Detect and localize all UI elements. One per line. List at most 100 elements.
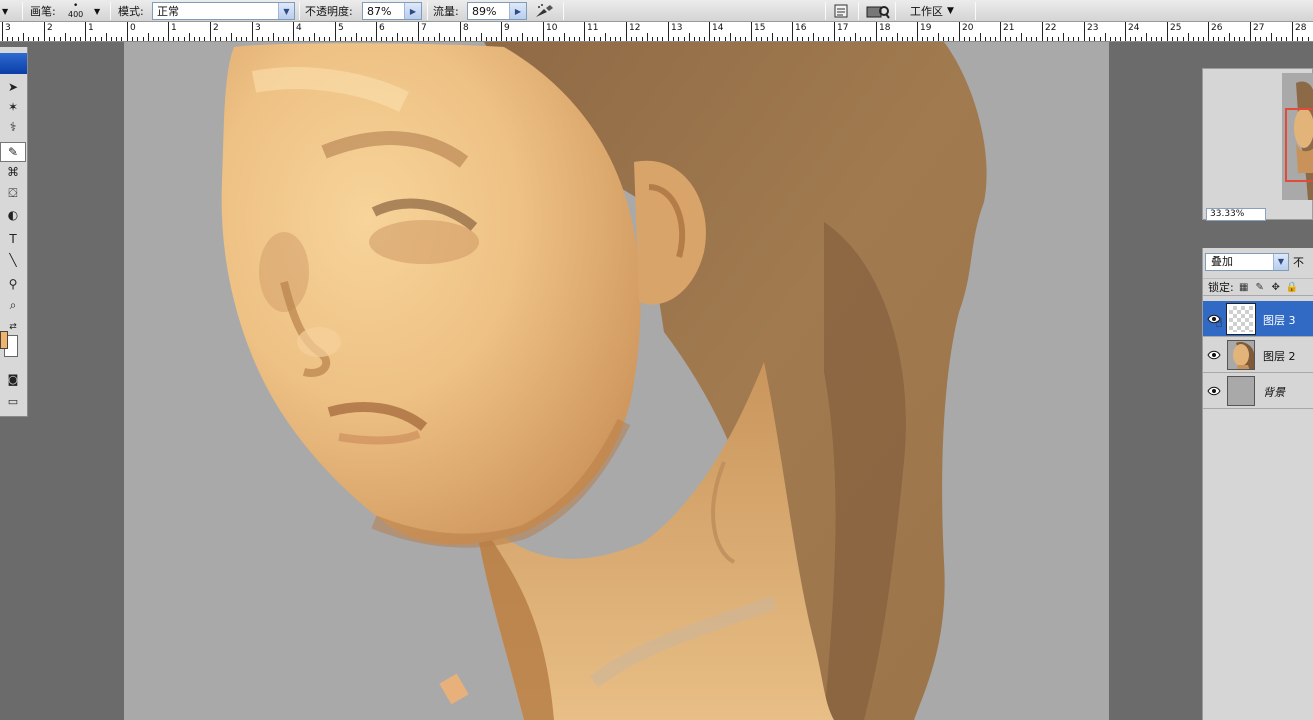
canvas-area[interactable] — [28, 42, 1110, 720]
ruler-minor-tick — [1183, 37, 1184, 41]
layer-opacity-label: 不 — [1293, 256, 1304, 269]
flow-slider-arrow[interactable]: ▶ — [509, 3, 526, 19]
right-dock: 33.33% 叠加 ▼ 不 锁定: ▦ ✎ ✥ 🔒 图层 3 图层 2 背景 ☝ — [1110, 42, 1313, 720]
brush-tool-icon[interactable]: ✎ — [0, 142, 26, 162]
ruler-minor-tick — [163, 37, 164, 41]
ruler-major-tick — [751, 22, 752, 41]
ruler-minor-tick — [620, 37, 621, 41]
lock-pixels-icon[interactable]: ✎ — [1254, 281, 1266, 293]
ruler-label: 1 — [171, 23, 177, 33]
ruler-minor-tick — [449, 37, 450, 41]
ruler-label: 8 — [463, 23, 469, 33]
ruler-minor-tick — [226, 37, 227, 41]
eye-icon[interactable] — [1205, 382, 1223, 400]
bridge-icon[interactable] — [866, 0, 890, 22]
opacity-input[interactable]: 87% ▶ — [362, 2, 422, 20]
ruler-major-tick — [1167, 22, 1168, 41]
ruler-minor-tick — [802, 37, 803, 41]
layer-thumbnail[interactable] — [1227, 340, 1255, 370]
ruler-minor-tick — [850, 37, 851, 41]
layer-thumbnail[interactable] — [1226, 303, 1256, 335]
ruler-major-tick — [1125, 22, 1126, 41]
ruler-minor-tick — [366, 37, 367, 41]
ruler-major-tick — [335, 22, 336, 41]
mode-select[interactable]: 正常 ▼ — [152, 2, 295, 20]
ruler-label: 13 — [671, 23, 683, 33]
ruler-minor-tick — [1130, 37, 1131, 41]
type-tool-icon[interactable]: T — [0, 229, 26, 249]
ruler-major-tick — [543, 22, 544, 41]
opacity-slider-arrow[interactable]: ▶ — [404, 3, 421, 19]
ruler-minor-tick — [631, 37, 632, 41]
layer-row[interactable]: 背景 — [1203, 373, 1313, 409]
ruler-minor-tick — [18, 37, 19, 41]
healing-brush-icon[interactable]: ⚕ — [0, 117, 26, 137]
brush-picker-arrow[interactable]: ▼ — [94, 0, 100, 22]
line-tool-icon[interactable]: ╲ — [0, 250, 26, 270]
ruler-minor-tick — [678, 37, 679, 41]
layer-thumbnail[interactable] — [1227, 376, 1255, 406]
ruler-minor-tick — [1052, 37, 1053, 41]
layer-row[interactable]: 图层 2 — [1203, 337, 1313, 373]
ruler-major-tick — [917, 22, 918, 41]
airbrush-icon[interactable] — [534, 0, 556, 22]
ruler-minor-tick — [1188, 33, 1189, 41]
brush-preset-picker[interactable]: • 400 — [68, 0, 83, 22]
ruler-minor-tick — [828, 37, 829, 41]
workspace-menu[interactable]: 工作区 ▼ — [910, 0, 954, 22]
ruler-label: 20 — [962, 23, 974, 33]
document-canvas[interactable] — [124, 42, 1109, 720]
layer-name[interactable]: 图层 3 — [1263, 312, 1296, 328]
move-tool-icon[interactable]: ➤ — [0, 77, 26, 97]
ruler-major-tick — [44, 22, 45, 41]
foreground-color-swatch[interactable] — [0, 331, 8, 349]
quick-mask-icon[interactable]: ◙ — [0, 369, 26, 389]
blend-mode-value: 叠加 — [1211, 255, 1233, 268]
ruler-minor-tick — [397, 33, 398, 41]
ruler-major-tick — [876, 22, 877, 41]
flow-input[interactable]: 89% ▶ — [467, 2, 527, 20]
navigator-view-box[interactable] — [1285, 108, 1313, 182]
ruler-minor-tick — [257, 37, 258, 41]
eyedropper-icon[interactable]: ⚲ — [0, 274, 26, 294]
tool-preset-arrow[interactable]: ▼ — [2, 0, 8, 22]
ruler-minor-tick — [662, 37, 663, 41]
lock-transparency-icon[interactable]: ▦ — [1238, 281, 1250, 293]
ruler-label: 12 — [629, 23, 641, 33]
ruler-major-tick — [210, 22, 211, 41]
document-icon[interactable] — [833, 0, 849, 22]
history-brush-icon[interactable]: ⌘ — [0, 162, 26, 182]
blend-mode-select[interactable]: 叠加 ▼ — [1205, 253, 1289, 271]
ruler-minor-tick — [298, 37, 299, 41]
ruler-major-tick — [85, 22, 86, 41]
paint-bucket-icon[interactable]: ⛋ — [0, 183, 26, 203]
ruler-minor-tick — [434, 37, 435, 41]
eye-icon[interactable] — [1205, 346, 1223, 364]
navigator-zoom-field[interactable]: 33.33% — [1206, 208, 1266, 221]
lock-all-icon[interactable]: 🔒 — [1286, 281, 1298, 293]
ruler-minor-tick — [943, 37, 944, 41]
ruler-minor-tick — [1089, 37, 1090, 41]
ruler-minor-tick — [1161, 37, 1162, 41]
ruler-minor-tick — [12, 37, 13, 41]
ruler-label: 1 — [88, 23, 94, 33]
layer-name[interactable]: 图层 2 — [1263, 348, 1296, 364]
screen-mode-icon[interactable]: ▭ — [0, 391, 26, 411]
chevron-down-icon: ▼ — [278, 3, 294, 19]
zoom-tool-icon[interactable]: ⌕ — [0, 295, 26, 315]
magic-wand-icon[interactable]: ✶ — [0, 97, 26, 117]
horizontal-ruler: 3 2 1 0 1 2 3 4 5 6 7 8 9 10 11 12 13 14 15 16 17 18 19 20 21 22 2… — [0, 22, 1313, 42]
ruler-minor-tick — [220, 37, 221, 41]
ruler-major-tick — [668, 22, 669, 41]
lock-position-icon[interactable]: ✥ — [1270, 281, 1282, 293]
layer-name[interactable]: 背景 — [1263, 384, 1285, 400]
ruler-major-tick — [584, 22, 585, 41]
ruler-minor-tick — [444, 37, 445, 41]
ruler-minor-tick — [761, 37, 762, 41]
ruler-minor-tick — [897, 33, 898, 41]
smudge-tool-icon[interactable]: ◐ — [0, 205, 26, 225]
ruler-major-tick — [626, 22, 627, 41]
ruler-label: 6 — [379, 23, 385, 33]
ruler-label: 15 — [754, 23, 766, 33]
toolbox-titlebar[interactable] — [0, 53, 27, 74]
